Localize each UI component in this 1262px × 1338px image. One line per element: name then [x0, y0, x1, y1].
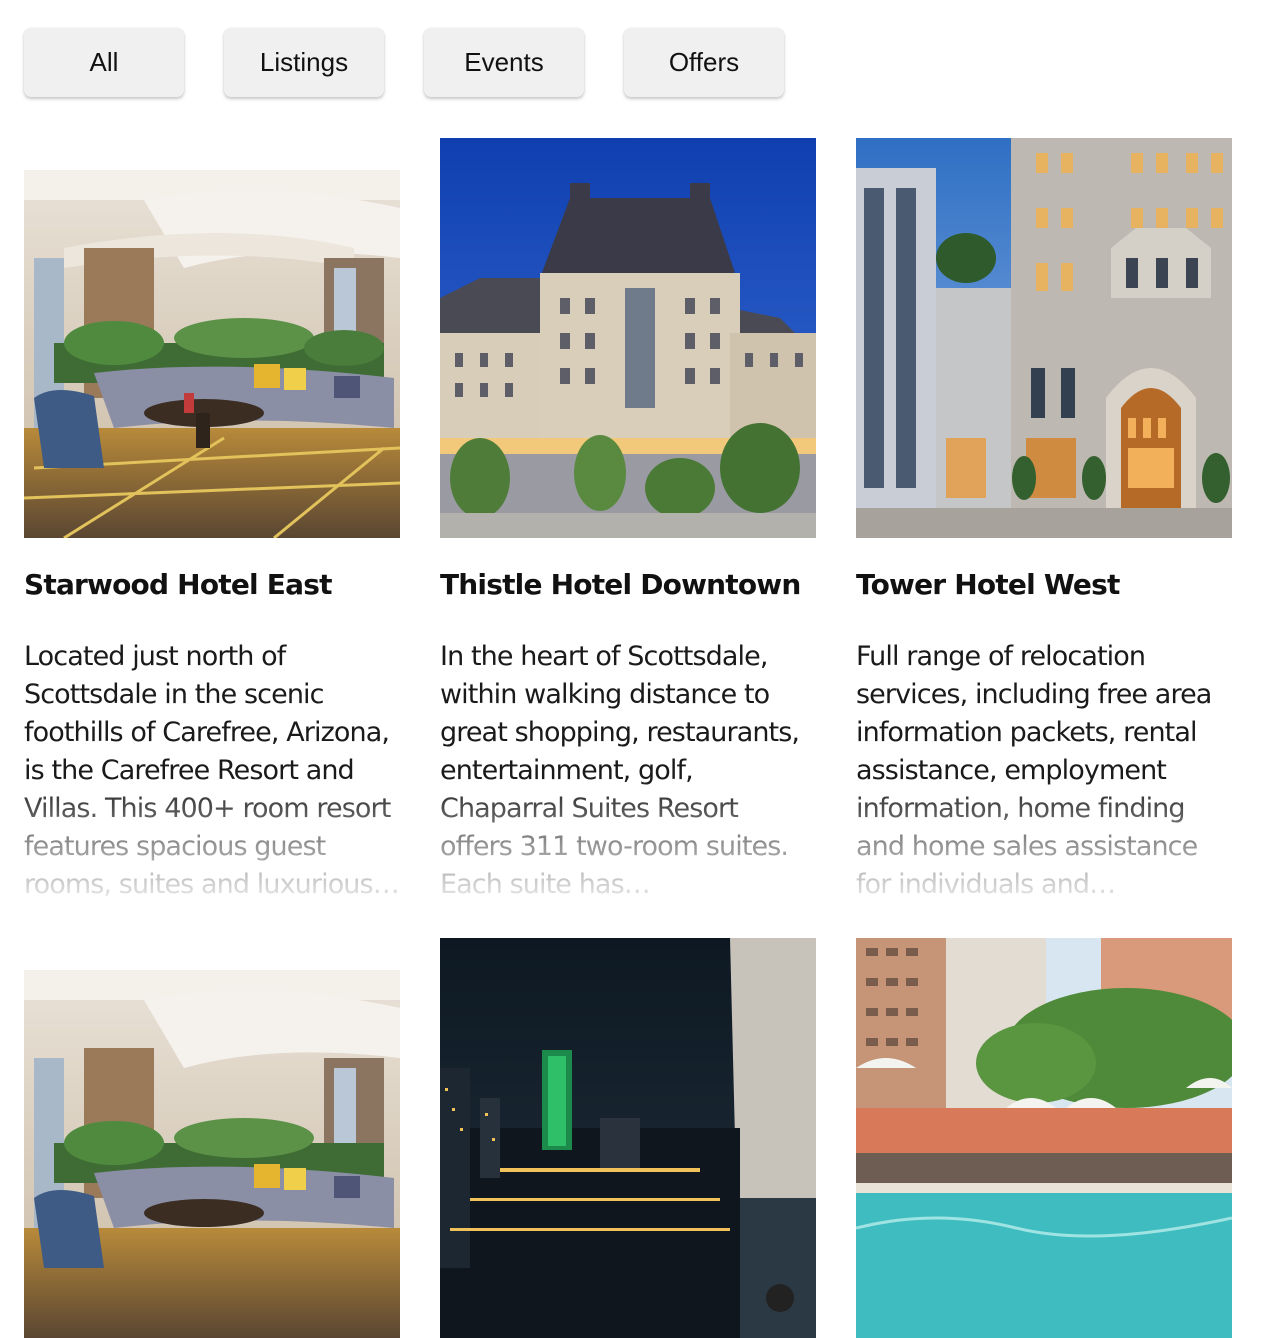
- chateau-hotel-exterior-photo[interactable]: [440, 138, 816, 538]
- tower-hotel-facade-photo[interactable]: [856, 138, 1232, 538]
- filter-offers-button[interactable]: Offers: [624, 28, 784, 97]
- listing-card[interactable]: Tower Hotel West Full range of relocatio…: [856, 138, 1232, 938]
- listing-description: Full range of relocation services, inclu…: [856, 641, 1212, 900]
- listing-card[interactable]: Thistle Hotel Downtown In the heart of S…: [440, 138, 816, 938]
- listing-title[interactable]: Starwood Hotel East: [24, 568, 400, 601]
- city-night-skyline-photo[interactable]: [440, 938, 816, 1338]
- listing-description-container: Located just north of Scottsdale in the …: [24, 638, 400, 914]
- hotel-lobby-photo[interactable]: [24, 938, 400, 1338]
- filter-events-button[interactable]: Events: [424, 28, 584, 97]
- listing-description-container: Full range of relocation services, inclu…: [856, 638, 1232, 914]
- filter-bar: All Listings Events Offers: [24, 28, 784, 97]
- listing-title[interactable]: Tower Hotel West: [856, 568, 1232, 601]
- listing-grid: Starwood Hotel East Located just north o…: [24, 138, 1232, 1338]
- listing-card[interactable]: [440, 938, 816, 1338]
- listing-description: In the heart of Scottsdale, within walki…: [440, 641, 800, 900]
- listing-description-container: In the heart of Scottsdale, within walki…: [440, 638, 816, 914]
- listing-description: Located just north of Scottsdale in the …: [24, 641, 400, 900]
- filter-listings-button[interactable]: Listings: [224, 28, 384, 97]
- listing-card[interactable]: Starwood Hotel East Located just north o…: [24, 138, 400, 938]
- listing-card[interactable]: [24, 938, 400, 1338]
- filter-all-button[interactable]: All: [24, 28, 184, 97]
- hotel-lobby-photo[interactable]: [24, 138, 400, 538]
- rooftop-pool-photo[interactable]: [856, 938, 1232, 1338]
- listing-card[interactable]: [856, 938, 1232, 1338]
- listing-title[interactable]: Thistle Hotel Downtown: [440, 568, 816, 601]
